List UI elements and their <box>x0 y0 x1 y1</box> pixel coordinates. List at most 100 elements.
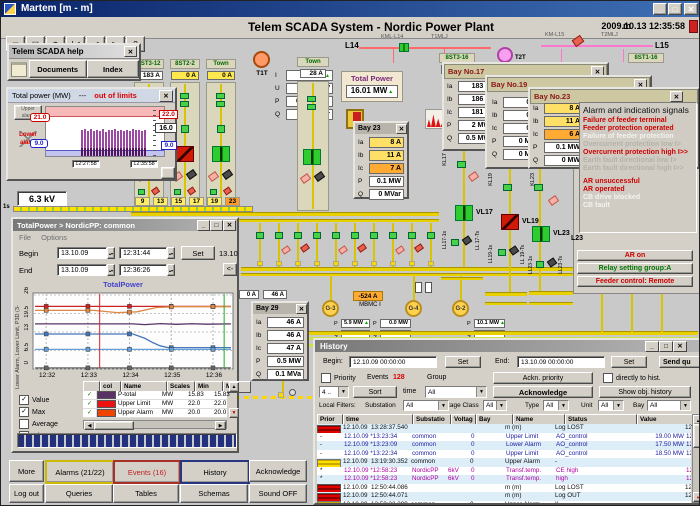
type-combo[interactable]: All ▼ <box>543 400 569 411</box>
history-row[interactable]: - 12.10.09 *13:23:09 common 0 Lower Alarm AO_… <box>317 441 691 450</box>
kl17-switch-icon[interactable] <box>457 161 466 168</box>
history-close-icon[interactable]: ✕ <box>673 340 687 352</box>
mid-feeder-switch-icon[interactable] <box>256 232 264 239</box>
chevron-down-icon[interactable]: ▼ <box>613 401 623 410</box>
begin-time-input[interactable]: 12:31:44 <box>119 247 167 259</box>
legend-checkbox-icon[interactable]: ✓ <box>83 409 97 417</box>
feeder-switch-icon[interactable] <box>174 189 181 195</box>
legend-row[interactable]: ✓ Upper Alarm MW 20.0 20.0 <box>83 409 227 418</box>
back-button[interactable]: <- <box>223 263 237 276</box>
resize-grip[interactable] <box>161 167 175 179</box>
vscroll-down-icon[interactable]: ▼ <box>693 492 699 502</box>
generator-g3-icon[interactable]: G-3 <box>322 300 339 317</box>
history-end-set-button[interactable]: Set <box>611 356 647 368</box>
nav-button-soundoff[interactable]: Sound OFF <box>249 484 307 503</box>
feeder-switch-icon[interactable] <box>217 125 225 133</box>
tab-documents[interactable]: Documents <box>28 60 87 78</box>
ackn-priority-button[interactable]: Ackn. priority <box>493 372 593 384</box>
end-time-input[interactable]: 12:36:26 <box>119 264 167 276</box>
history-minimize-icon[interactable]: _ <box>645 340 659 352</box>
tab-index[interactable]: Index <box>86 60 139 78</box>
voltage-combo[interactable]: All ▼ <box>483 400 507 411</box>
feeder-breaker-icon[interactable] <box>176 146 194 162</box>
history-row[interactable]: 12.10.09 12:50:44.071 m (m) Log OUT 12. <box>317 492 691 501</box>
chevron-down-icon[interactable]: ▼ <box>438 401 448 410</box>
feeder-control-button[interactable]: Relay setting group:A <box>577 263 693 274</box>
mid-feeder-switch-icon[interactable] <box>427 232 435 239</box>
nav-button-queries[interactable]: Queries <box>45 484 113 503</box>
l14-disconnector-icon[interactable] <box>399 43 409 52</box>
vscroll-thumb[interactable] <box>693 424 699 448</box>
begin-date-spinner[interactable]: ▴▾ <box>107 247 115 259</box>
history-row[interactable]: * 12.10.09 *12:58:23 NordicPP 6kV 0 Transf.te… <box>317 475 691 484</box>
end-time-spinner[interactable]: ▴▾ <box>167 264 175 276</box>
legend-hscrollbar[interactable]: ◀ ▶ <box>83 420 227 430</box>
feeder-town-header[interactable]: Town <box>297 57 329 67</box>
vl23-breaker-icon[interactable] <box>532 226 550 242</box>
event-strip[interactable] <box>17 433 237 448</box>
ll17-switch-icon[interactable] <box>451 239 459 246</box>
mid-feeder-switch-icon[interactable] <box>275 232 283 239</box>
history-begin-input[interactable]: 12.10.09 00:00:00 <box>349 356 437 368</box>
checkbox-icon[interactable]: ✓ <box>19 395 29 405</box>
menu-file[interactable]: File <box>19 233 31 242</box>
bus-number-19[interactable]: 19 <box>207 197 222 206</box>
bay23-close-icon[interactable]: ✕ <box>670 91 683 102</box>
generator-g4-icon[interactable]: G-4 <box>405 300 422 317</box>
directly-checkbox[interactable] <box>603 373 613 383</box>
trend-checkbox-max[interactable]: ✓ Max <box>19 407 45 417</box>
history-vscrollbar[interactable]: ▲ ▼ <box>692 414 699 503</box>
feeder-switch-icon[interactable] <box>210 189 217 195</box>
nav-button-logout[interactable]: Log out <box>9 484 44 503</box>
ll23-switch-icon[interactable] <box>536 261 544 268</box>
bay29-mini-titlebar[interactable]: Bay 29 ✕ <box>253 303 307 314</box>
legend-row[interactable]: ✓ Upper Limit MW 22.0 22.0 <box>83 400 227 409</box>
trend-checkbox-average[interactable]: Average <box>19 419 58 429</box>
kl19-switch-icon[interactable] <box>503 184 512 191</box>
menu-options[interactable]: Options <box>41 233 67 242</box>
feeder-switch-icon[interactable] <box>216 93 225 99</box>
town-switch2-icon[interactable] <box>307 104 316 110</box>
hscroll-right-icon[interactable]: ▶ <box>215 421 226 430</box>
mid-feeder-switch-icon[interactable] <box>351 232 359 239</box>
mid-feeder-switch-icon[interactable] <box>313 232 321 239</box>
line-l14-label[interactable]: L14 <box>345 41 359 50</box>
bus-number-17[interactable]: 17 <box>189 197 204 206</box>
legend-scroll-up-icon[interactable]: ▲ <box>229 382 239 392</box>
sort-button[interactable]: Sort <box>353 386 397 398</box>
switch-icon[interactable] <box>289 389 296 396</box>
chevron-down-icon[interactable]: ▼ <box>558 401 568 410</box>
end-date-spinner[interactable]: ▴▾ <box>107 264 115 276</box>
feeder-control-button[interactable]: AR on <box>577 250 693 261</box>
legend-checkbox-icon[interactable]: ✓ <box>83 391 97 399</box>
trend-checkbox-value[interactable]: ✓ Value <box>19 395 49 405</box>
feeder-switch-icon[interactable] <box>138 189 145 195</box>
feeder-breaker-icon[interactable] <box>212 146 230 162</box>
vl19-breaker-icon[interactable] <box>501 214 519 230</box>
feeder-switch-icon[interactable] <box>180 93 189 99</box>
history-begin-set-button[interactable]: Set <box>445 356 481 368</box>
unit-combo[interactable]: All ▼ <box>598 400 624 411</box>
substation-combo[interactable]: All ▼ <box>403 400 449 411</box>
mid-feeder-switch-icon[interactable] <box>294 232 302 239</box>
history-row[interactable]: 12.10.09 12:50:32.399common 0Upper Alarm!… <box>317 500 691 503</box>
trend-maximize-icon[interactable]: □ <box>210 219 223 231</box>
bus-number-23[interactable]: 23 <box>225 197 240 206</box>
checkbox-icon[interactable]: ✓ <box>19 407 29 417</box>
bay23-mini-close-icon[interactable]: ✕ <box>396 123 407 134</box>
begin-date-input[interactable]: 13.10.09 <box>57 247 107 259</box>
maximize-button[interactable]: □ <box>668 3 682 15</box>
mid-feeder-switch-icon[interactable] <box>408 232 416 239</box>
help-close-icon[interactable]: ✕ <box>124 46 137 57</box>
nav-button-history[interactable]: History <box>180 460 250 484</box>
nav-button-more[interactable]: More <box>9 460 44 482</box>
bus-number-15[interactable]: 15 <box>171 197 186 206</box>
ll19-switch-icon[interactable] <box>498 249 506 256</box>
feeder-header-Town[interactable]: Town <box>206 59 236 69</box>
close-button[interactable]: ✕ <box>684 3 698 15</box>
group-combo[interactable]: All ▼ <box>425 386 487 398</box>
limits-titlebar[interactable]: Total power (MW) --- out of limits ✕ <box>8 89 175 103</box>
feeder-switch-icon[interactable] <box>180 101 189 107</box>
mid-feeder-switch-icon[interactable] <box>332 232 340 239</box>
titlebar[interactable]: Martem [m - m] _ □ ✕ <box>1 1 699 17</box>
